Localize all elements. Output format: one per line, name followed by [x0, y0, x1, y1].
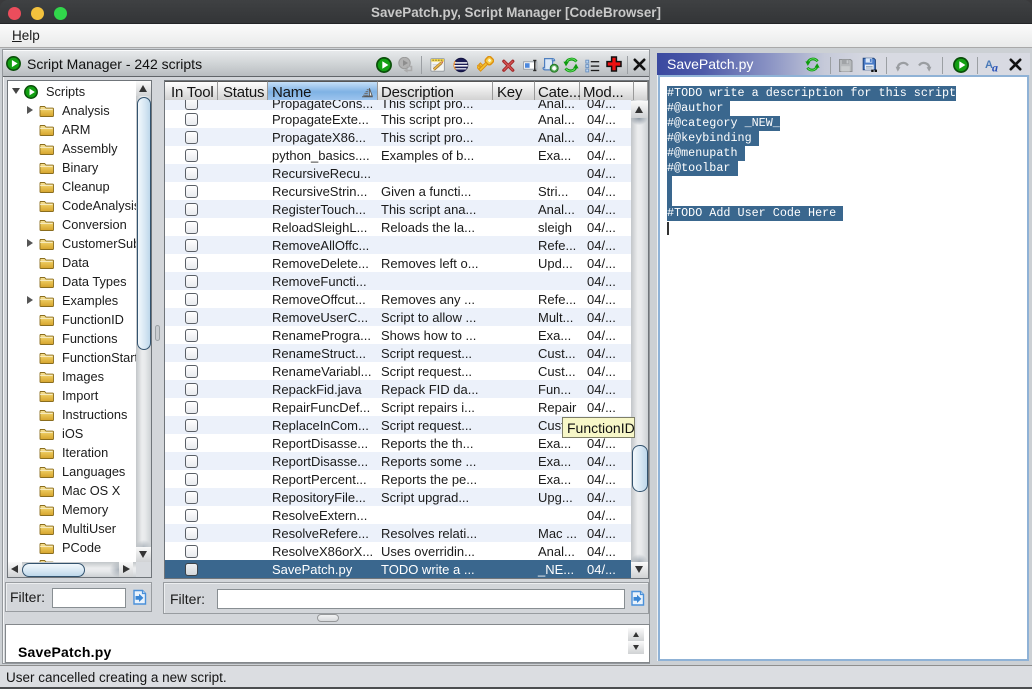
svg-text:a: a [992, 61, 998, 74]
